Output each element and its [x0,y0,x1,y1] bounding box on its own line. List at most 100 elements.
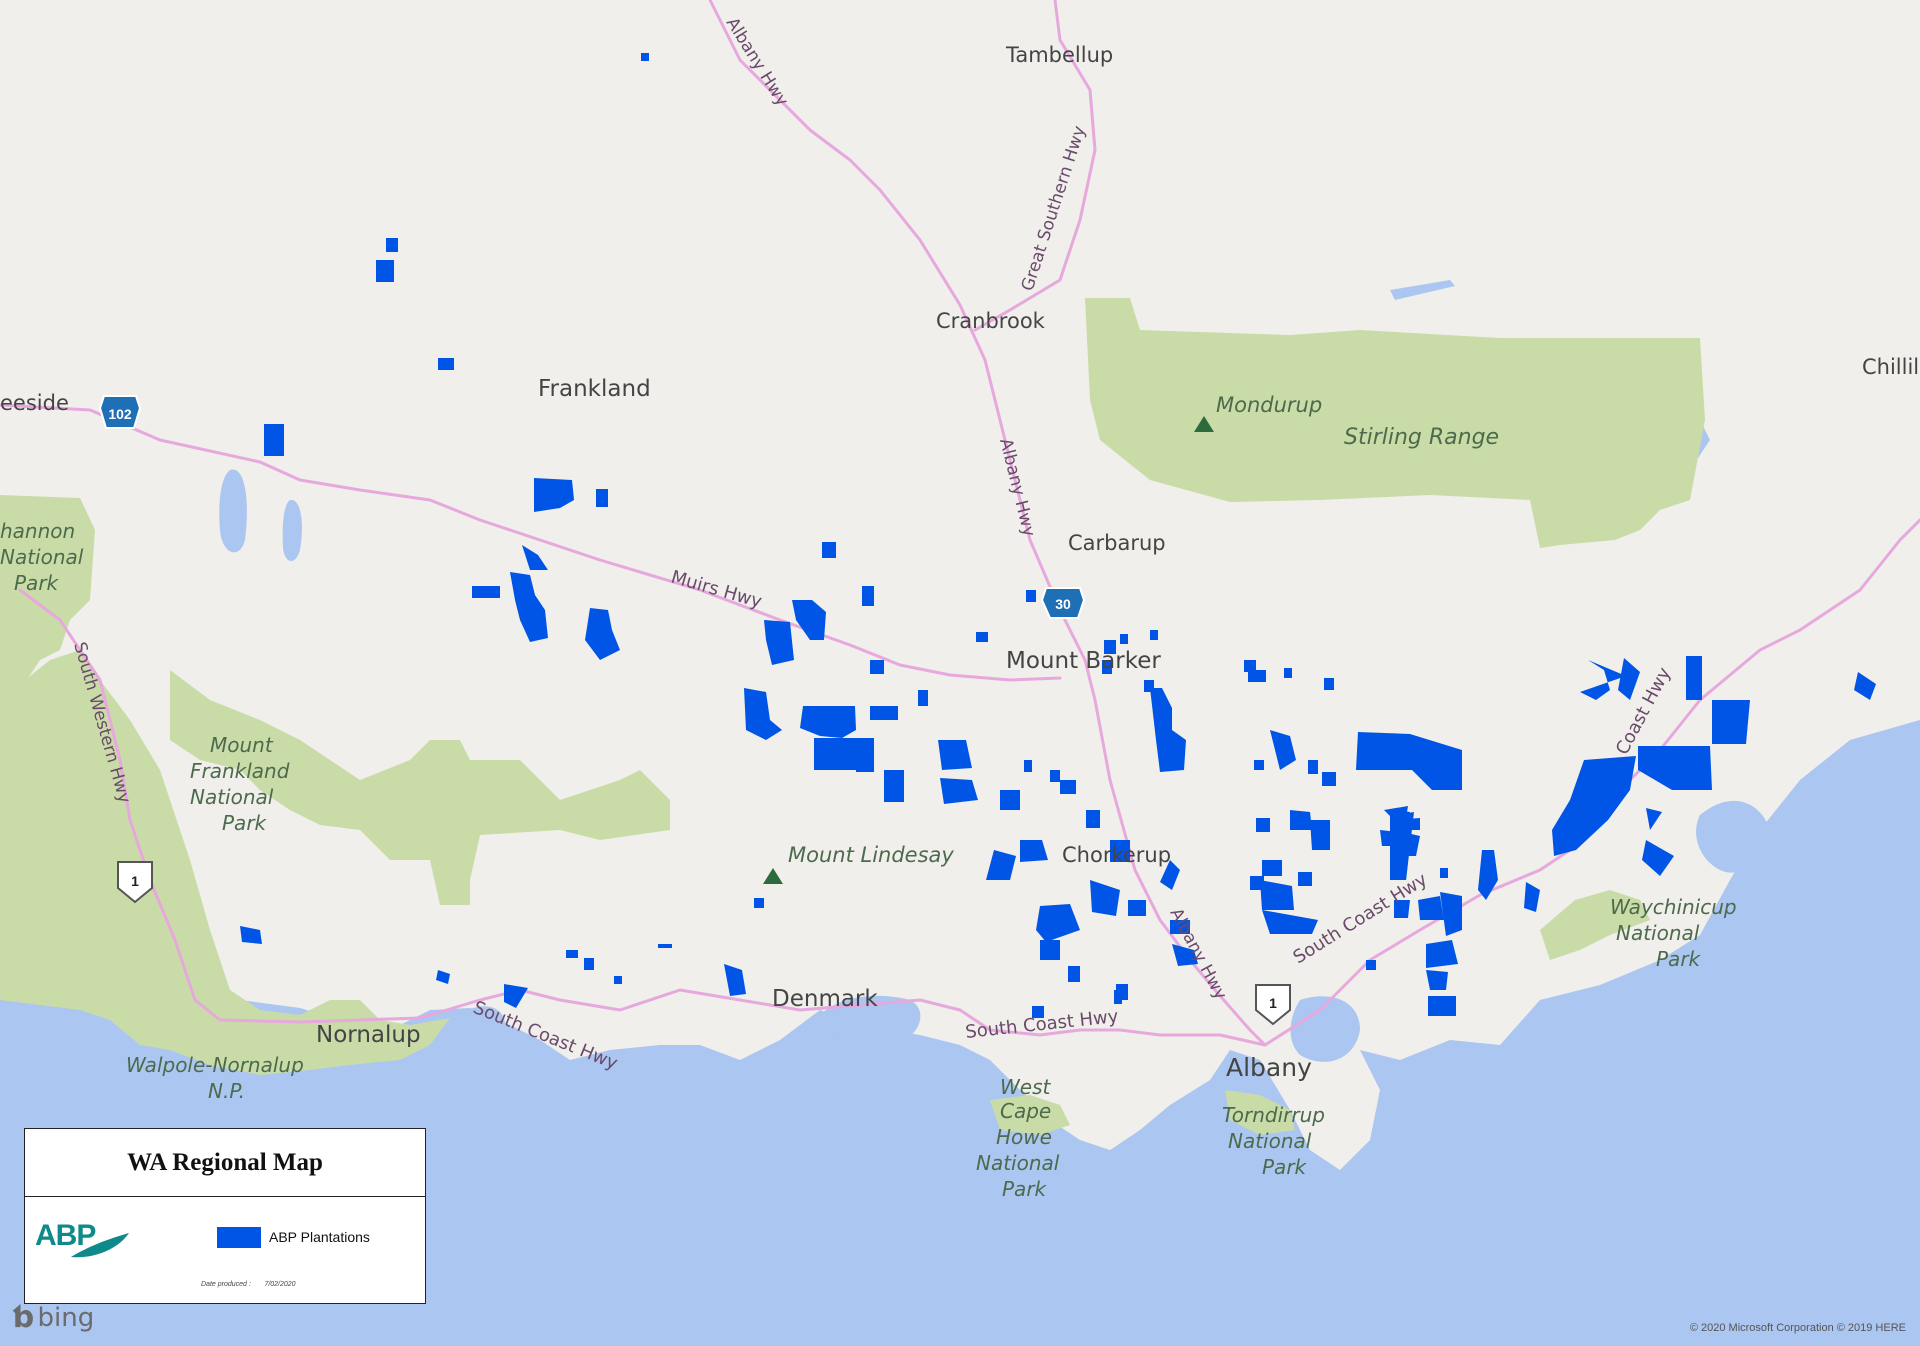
bing-icon: ƅ [12,1300,34,1335]
plantation [1050,770,1060,782]
label-albany: Albany [1226,1053,1312,1082]
plantation [918,690,928,706]
label-west: West [1000,1075,1052,1099]
plantation [862,586,874,606]
plantation [1256,818,1270,832]
label-waychinicup-park: Park [1656,947,1702,971]
plantation [1428,996,1456,1016]
plantation [472,586,500,598]
plantation [940,778,978,804]
plantation [596,489,608,507]
plantation [1322,772,1336,786]
label-shannon: hannon [0,519,75,543]
legend-title: WA Regional Map [25,1129,425,1197]
plantation [641,53,649,61]
label-cape: Cape [1000,1099,1051,1123]
lake-2 [282,499,302,562]
plantation [870,660,884,674]
plantation [264,424,284,456]
plantation [1290,810,1312,830]
label-mount-frankland-park: Park [222,811,268,835]
plantation [856,756,874,772]
label-torndirrup: Torndirrup [1222,1103,1325,1127]
label-mount: Mount [210,733,274,757]
plantation [1480,870,1490,882]
plantation [1150,630,1158,640]
plantation-label: ABP Plantations [269,1229,370,1245]
shield-102-label: 102 [108,406,132,422]
lake-1 [219,469,247,553]
plantation [1262,860,1282,876]
label-nornalup: Nornalup [316,1022,421,1048]
label-shannon-national: National [0,545,84,569]
label-chillil: Chillil [1862,355,1919,379]
plantation [376,260,394,282]
plantation [1144,680,1154,692]
plantation [822,542,836,558]
plantation [658,944,672,948]
plantation [614,976,622,984]
date-value: 7/02/2020 [264,1281,296,1288]
plantation [386,238,398,252]
plantation [1060,780,1076,794]
plantation [884,770,904,802]
label-carbarup: Carbarup [1068,531,1166,555]
label-chorkerup: Chorkerup [1062,843,1171,867]
bing-logo[interactable]: ƅ bing [12,1300,94,1335]
plantation [1712,700,1750,744]
label-eeside: eeside [0,391,69,415]
bing-text: bing [37,1302,95,1333]
shield-1-west-label: 1 [131,873,139,889]
plantation [1244,660,1256,672]
label-west-cape-national: National [976,1151,1060,1175]
plantation [566,950,578,958]
plantation-swatch [217,1227,261,1248]
plantation [1308,760,1318,774]
label-torndirrup-park: Park [1262,1155,1308,1179]
plantation [976,632,988,642]
shield-102: 102 [98,395,142,429]
plantation [1440,868,1448,878]
label-tambellup: Tambellup [1005,43,1113,67]
plantation [438,358,454,370]
plantation [1310,820,1330,850]
label-howe: Howe [996,1125,1052,1149]
label-mondurup: Mondurup [1216,393,1322,417]
plantation [1024,760,1032,772]
shield-30: 30 [1040,587,1086,619]
label-torndirrup-national: National [1228,1129,1312,1153]
label-west-cape-park: Park [1002,1177,1048,1201]
label-mount-frankland: Frankland [190,759,290,783]
legend-body: ABP ABP Plantations Date produced : 7/02… [25,1197,425,1302]
plantation [1324,678,1334,690]
plantation [1116,984,1128,1000]
plantation [938,740,972,770]
label-mount-lindesay: Mount Lindesay [788,843,954,867]
plantation [1128,900,1146,916]
label-shannon-park: Park [14,571,60,595]
plantation [1686,656,1702,700]
label-walpole-nornalup: Walpole-Nornalup [126,1053,304,1077]
plantation [1120,634,1128,644]
shield-30-label: 30 [1055,596,1071,612]
plantation [754,898,764,908]
leaf-icon [71,1233,129,1258]
plantation [584,958,594,970]
date-label: Date produced : [201,1281,251,1288]
label-mount-barker: Mount Barker [1006,648,1161,674]
label-np: N.P. [208,1079,245,1103]
abp-logo: ABP [31,1211,141,1265]
label-cranbrook: Cranbrook [936,309,1046,333]
plantation [1254,760,1264,770]
plantation [1068,966,1080,982]
label-waychinicup: Waychinicup [1610,895,1737,919]
plantation [1000,790,1020,810]
plantation [870,706,898,720]
label-mount-frankland-national: National [190,785,274,809]
shield-1-albany-label: 1 [1269,995,1277,1011]
copyright-text: © 2020 Microsoft Corporation © 2019 HERE [1689,1322,1906,1334]
plantation [1366,960,1376,970]
plantation [1418,896,1444,920]
label-denmark: Denmark [772,986,878,1012]
label-waychinicup-national: National [1616,921,1700,945]
